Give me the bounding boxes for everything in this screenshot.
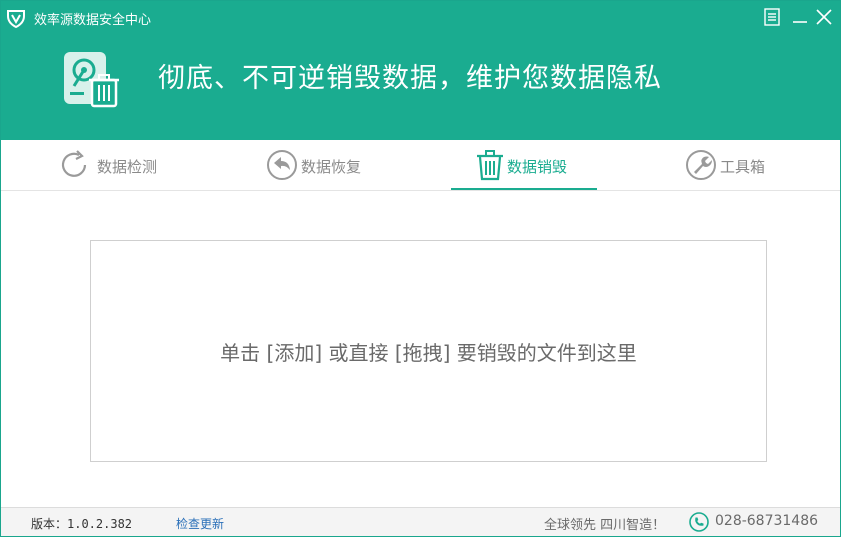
status-bar: 版本：1.0.2.382 检查更新 全球领先 四川智造！ 028-6873148… xyxy=(1,507,840,536)
tab-label: 数据恢复 xyxy=(301,158,362,176)
tab-label: 工具箱 xyxy=(720,158,766,176)
title-bar[interactable]: 效率源数据安全中心 xyxy=(1,1,840,35)
tab-data-detect[interactable]: 数据检测 xyxy=(57,140,187,190)
slogan-text: 全球领先 四川智造！ xyxy=(544,518,666,533)
tab-data-destroy[interactable]: 数据销毁 xyxy=(473,140,583,190)
tab-bar: 数据检测 数据恢复 数据销毁 工具箱 xyxy=(1,140,840,191)
close-icon[interactable] xyxy=(813,6,835,28)
window-title: 效率源数据安全中心 xyxy=(34,13,152,28)
phone-icon xyxy=(689,512,709,532)
tab-data-recover[interactable]: 数据恢复 xyxy=(265,140,395,190)
tab-label: 数据检测 xyxy=(97,158,158,176)
menu-icon[interactable] xyxy=(761,6,783,28)
header: 效率源数据安全中心 彻底、不可逆销毁数据，维护您数据隐私 xyxy=(1,1,840,140)
minimize-icon[interactable] xyxy=(789,6,811,28)
app-window: 效率源数据安全中心 彻底、不可逆销毁数据，维护您数据隐私 数据检测 数据恢复 数… xyxy=(0,0,841,537)
version-label: 版本：1.0.2.382 xyxy=(31,517,133,531)
file-drop-zone[interactable]: 单击 [添加] 或直接 [拖拽] 要销毁的文件到这里 xyxy=(90,240,767,462)
back-arrow-icon xyxy=(267,150,297,180)
trash-icon xyxy=(477,150,503,181)
tab-label: 数据销毁 xyxy=(507,158,568,176)
phone-number: 028-68731486 xyxy=(715,513,819,529)
wrench-icon xyxy=(686,150,716,180)
banner-slogan: 彻底、不可逆销毁数据，维护您数据隐私 xyxy=(158,63,662,94)
active-tab-indicator xyxy=(451,188,597,190)
app-logo-icon xyxy=(7,10,25,29)
refresh-icon xyxy=(61,150,87,177)
check-update-link[interactable]: 检查更新 xyxy=(176,515,224,532)
tab-toolbox[interactable]: 工具箱 xyxy=(684,140,794,190)
drop-zone-hint: 单击 [添加] 或直接 [拖拽] 要销毁的文件到这里 xyxy=(220,341,637,365)
disk-trash-icon xyxy=(64,52,119,108)
